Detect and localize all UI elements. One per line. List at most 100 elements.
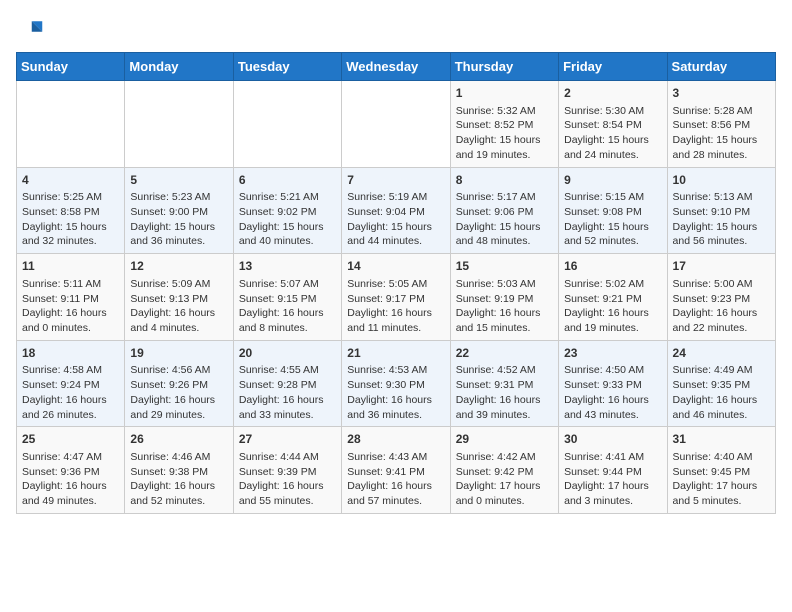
day-number: 7 <box>347 172 444 189</box>
day-number: 30 <box>564 431 661 448</box>
weekday-header-friday: Friday <box>559 53 667 81</box>
day-number: 25 <box>22 431 119 448</box>
day-info: Sunrise: 5:30 AM Sunset: 8:54 PM Dayligh… <box>564 104 661 163</box>
day-number: 5 <box>130 172 227 189</box>
day-info: Sunrise: 4:42 AM Sunset: 9:42 PM Dayligh… <box>456 450 553 509</box>
week-row-3: 11Sunrise: 5:11 AM Sunset: 9:11 PM Dayli… <box>17 254 776 341</box>
day-number: 6 <box>239 172 336 189</box>
day-info: Sunrise: 5:07 AM Sunset: 9:15 PM Dayligh… <box>239 277 336 336</box>
day-info: Sunrise: 5:19 AM Sunset: 9:04 PM Dayligh… <box>347 190 444 249</box>
weekday-header-monday: Monday <box>125 53 233 81</box>
calendar-cell: 15 Sunrise: 5:03 AM Sunset: 9:19 PM Dayli… <box>450 254 558 341</box>
day-info: Sunrise: 5:23 AM Sunset: 9:00 PM Dayligh… <box>130 190 227 249</box>
day-info: Sunrise: 5:09 AM Sunset: 9:13 PM Dayligh… <box>130 277 227 336</box>
day-number: 18 <box>22 345 119 362</box>
weekday-header-thursday: Thursday <box>450 53 558 81</box>
day-number: 14 <box>347 258 444 275</box>
weekday-header-tuesday: Tuesday <box>233 53 341 81</box>
day-number: 9 <box>564 172 661 189</box>
calendar-cell: 10Sunrise: 5:13 AM Sunset: 9:10 PM Dayli… <box>667 167 775 254</box>
logo-icon <box>16 16 44 44</box>
week-row-2: 4Sunrise: 5:25 AM Sunset: 8:58 PM Daylig… <box>17 167 776 254</box>
day-number: 13 <box>239 258 336 275</box>
calendar-cell: 29 Sunrise: 4:42 AM Sunset: 9:42 PM Dayli… <box>450 427 558 514</box>
calendar-cell: 26 Sunrise: 4:46 AM Sunset: 9:38 PM Dayli… <box>125 427 233 514</box>
calendar-cell: 13 Sunrise: 5:07 AM Sunset: 9:15 PM Dayli… <box>233 254 341 341</box>
day-number: 20 <box>239 345 336 362</box>
day-number: 28 <box>347 431 444 448</box>
calendar-cell <box>125 81 233 168</box>
day-info: Sunrise: 4:58 AM Sunset: 9:24 PM Dayligh… <box>22 363 119 422</box>
day-number: 26 <box>130 431 227 448</box>
day-info: Sunrise: 4:52 AM Sunset: 9:31 PM Dayligh… <box>456 363 553 422</box>
day-number: 31 <box>673 431 770 448</box>
day-number: 3 <box>673 85 770 102</box>
day-info: Sunrise: 5:15 AM Sunset: 9:08 PM Dayligh… <box>564 190 661 249</box>
day-info: Sunrise: 4:53 AM Sunset: 9:30 PM Dayligh… <box>347 363 444 422</box>
weekday-header-row: SundayMondayTuesdayWednesdayThursdayFrid… <box>17 53 776 81</box>
day-number: 29 <box>456 431 553 448</box>
calendar-cell: 30 Sunrise: 4:41 AM Sunset: 9:44 PM Dayli… <box>559 427 667 514</box>
day-number: 10 <box>673 172 770 189</box>
day-info: Sunrise: 4:49 AM Sunset: 9:35 PM Dayligh… <box>673 363 770 422</box>
day-number: 23 <box>564 345 661 362</box>
weekday-header-sunday: Sunday <box>17 53 125 81</box>
calendar-cell: 19Sunrise: 4:56 AM Sunset: 9:26 PM Dayli… <box>125 340 233 427</box>
day-number: 21 <box>347 345 444 362</box>
day-info: Sunrise: 5:00 AM Sunset: 9:23 PM Dayligh… <box>673 277 770 336</box>
day-info: Sunrise: 5:32 AM Sunset: 8:52 PM Dayligh… <box>456 104 553 163</box>
week-row-5: 25 Sunrise: 4:47 AM Sunset: 9:36 PM Dayli… <box>17 427 776 514</box>
day-info: Sunrise: 4:55 AM Sunset: 9:28 PM Dayligh… <box>239 363 336 422</box>
header <box>16 16 776 44</box>
calendar-cell <box>17 81 125 168</box>
day-number: 4 <box>22 172 119 189</box>
calendar-cell: 27 Sunrise: 4:44 AM Sunset: 9:39 PM Dayli… <box>233 427 341 514</box>
day-number: 16 <box>564 258 661 275</box>
calendar-cell: 7Sunrise: 5:19 AM Sunset: 9:04 PM Daylig… <box>342 167 450 254</box>
calendar-cell: 21Sunrise: 4:53 AM Sunset: 9:30 PM Dayli… <box>342 340 450 427</box>
week-row-1: 1Sunrise: 5:32 AM Sunset: 8:52 PM Daylig… <box>17 81 776 168</box>
calendar-cell: 23Sunrise: 4:50 AM Sunset: 9:33 PM Dayli… <box>559 340 667 427</box>
calendar-cell: 4Sunrise: 5:25 AM Sunset: 8:58 PM Daylig… <box>17 167 125 254</box>
day-info: Sunrise: 4:47 AM Sunset: 9:36 PM Dayligh… <box>22 450 119 509</box>
day-info: Sunrise: 5:11 AM Sunset: 9:11 PM Dayligh… <box>22 277 119 336</box>
calendar-cell: 16 Sunrise: 5:02 AM Sunset: 9:21 PM Dayli… <box>559 254 667 341</box>
calendar-cell: 5Sunrise: 5:23 AM Sunset: 9:00 PM Daylig… <box>125 167 233 254</box>
calendar-table: SundayMondayTuesdayWednesdayThursdayFrid… <box>16 52 776 514</box>
calendar-cell <box>233 81 341 168</box>
calendar-cell: 20Sunrise: 4:55 AM Sunset: 9:28 PM Dayli… <box>233 340 341 427</box>
calendar-cell: 2 Sunrise: 5:30 AM Sunset: 8:54 PM Daylig… <box>559 81 667 168</box>
day-number: 2 <box>564 85 661 102</box>
calendar-cell: 1Sunrise: 5:32 AM Sunset: 8:52 PM Daylig… <box>450 81 558 168</box>
day-number: 22 <box>456 345 553 362</box>
day-number: 8 <box>456 172 553 189</box>
calendar-cell: 28 Sunrise: 4:43 AM Sunset: 9:41 PM Dayli… <box>342 427 450 514</box>
weekday-header-saturday: Saturday <box>667 53 775 81</box>
day-info: Sunrise: 5:21 AM Sunset: 9:02 PM Dayligh… <box>239 190 336 249</box>
day-number: 24 <box>673 345 770 362</box>
calendar-cell: 17Sunrise: 5:00 AM Sunset: 9:23 PM Dayli… <box>667 254 775 341</box>
logo <box>16 16 48 44</box>
calendar-cell: 24Sunrise: 4:49 AM Sunset: 9:35 PM Dayli… <box>667 340 775 427</box>
day-info: Sunrise: 4:46 AM Sunset: 9:38 PM Dayligh… <box>130 450 227 509</box>
day-info: Sunrise: 5:02 AM Sunset: 9:21 PM Dayligh… <box>564 277 661 336</box>
day-info: Sunrise: 4:40 AM Sunset: 9:45 PM Dayligh… <box>673 450 770 509</box>
calendar-cell <box>342 81 450 168</box>
day-number: 12 <box>130 258 227 275</box>
calendar-cell: 3 Sunrise: 5:28 AM Sunset: 8:56 PM Daylig… <box>667 81 775 168</box>
day-number: 27 <box>239 431 336 448</box>
calendar-cell: 31 Sunrise: 4:40 AM Sunset: 9:45 PM Dayli… <box>667 427 775 514</box>
day-info: Sunrise: 4:50 AM Sunset: 9:33 PM Dayligh… <box>564 363 661 422</box>
day-info: Sunrise: 5:17 AM Sunset: 9:06 PM Dayligh… <box>456 190 553 249</box>
day-info: Sunrise: 4:44 AM Sunset: 9:39 PM Dayligh… <box>239 450 336 509</box>
weekday-header-wednesday: Wednesday <box>342 53 450 81</box>
day-info: Sunrise: 4:56 AM Sunset: 9:26 PM Dayligh… <box>130 363 227 422</box>
calendar-cell: 11Sunrise: 5:11 AM Sunset: 9:11 PM Dayli… <box>17 254 125 341</box>
day-number: 15 <box>456 258 553 275</box>
day-info: Sunrise: 4:41 AM Sunset: 9:44 PM Dayligh… <box>564 450 661 509</box>
day-info: Sunrise: 4:43 AM Sunset: 9:41 PM Dayligh… <box>347 450 444 509</box>
day-number: 19 <box>130 345 227 362</box>
day-info: Sunrise: 5:28 AM Sunset: 8:56 PM Dayligh… <box>673 104 770 163</box>
day-info: Sunrise: 5:03 AM Sunset: 9:19 PM Dayligh… <box>456 277 553 336</box>
calendar-cell: 6Sunrise: 5:21 AM Sunset: 9:02 PM Daylig… <box>233 167 341 254</box>
